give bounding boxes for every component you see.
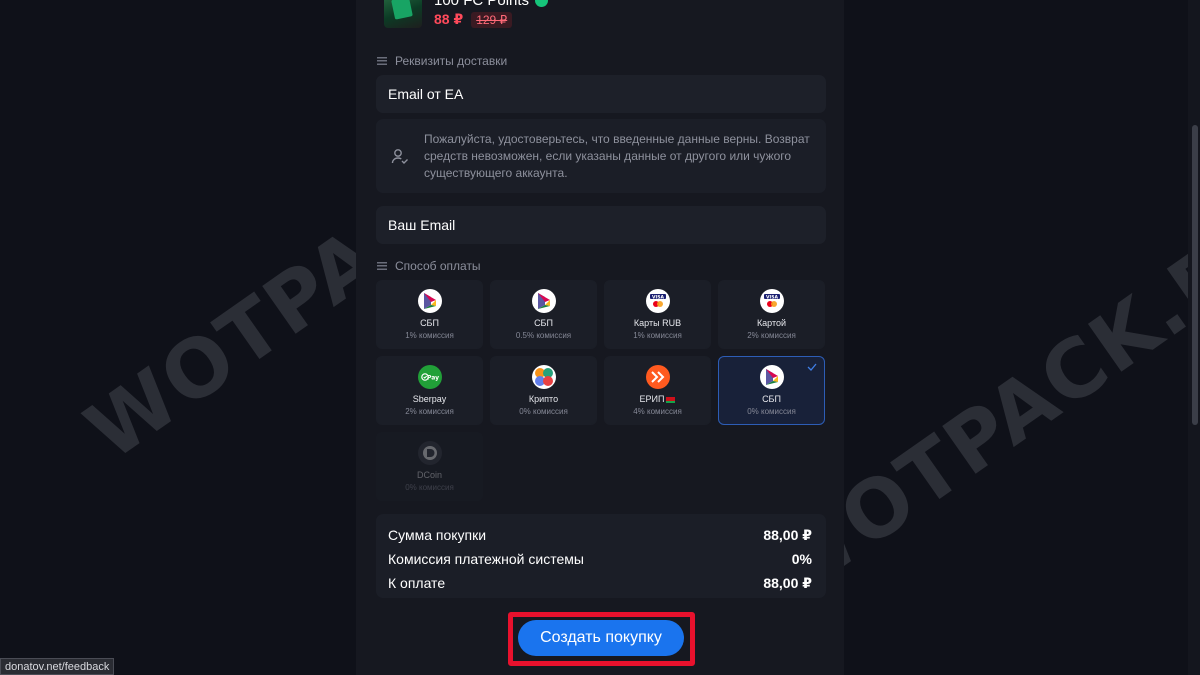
notice-box: Пожалуйста, удостоверьтесь, что введенны… <box>376 119 826 193</box>
payment-method-sbp-1[interactable]: СБП 1% комиссия <box>376 280 483 349</box>
summary-row-total: К оплате 88,00 ₽ <box>388 571 812 595</box>
sberpay-icon: Pay <box>417 365 442 389</box>
payment-method-cards-rub[interactable]: VISA Карты RUB 1% комиссия <box>604 280 711 349</box>
email-input[interactable]: Ваш Email <box>376 206 826 244</box>
price-old: 129 ₽ <box>471 11 513 28</box>
create-purchase-button[interactable]: Создать покупку <box>518 620 684 656</box>
user-check-icon <box>376 147 424 165</box>
method-fee: 0% комиссия <box>519 407 568 416</box>
method-fee: 1% комиссия <box>633 331 682 340</box>
method-name: Карты RUB <box>633 318 682 328</box>
list-icon <box>377 262 387 270</box>
price-current: 88 ₽ <box>434 11 464 27</box>
method-fee: 4% комиссия <box>633 407 682 416</box>
sbp-icon <box>531 289 556 313</box>
belarus-flag-icon <box>666 396 676 403</box>
method-name: СБП <box>534 318 553 328</box>
ea-email-label: Email от EA <box>388 86 464 102</box>
sbp-icon <box>759 365 784 389</box>
visa-mastercard-icon: VISA <box>645 289 670 313</box>
visa-mastercard-icon: VISA <box>759 289 784 313</box>
summary-label: К оплате <box>388 575 446 591</box>
payment-method-card[interactable]: VISA Картой 2% комиссия <box>718 280 825 349</box>
method-name: СБП <box>420 318 439 328</box>
summary-label: Сумма покупки <box>388 527 487 543</box>
method-fee: 0% комиссия <box>747 407 796 416</box>
svg-text:VISA: VISA <box>766 294 778 300</box>
payment-method-sbp-selected[interactable]: СБП 0% комиссия <box>718 356 825 425</box>
method-name: Крипто <box>528 394 559 404</box>
payment-title-text: Способ оплаты <box>395 259 481 273</box>
svg-text:Pay: Pay <box>426 375 438 382</box>
delivery-title-text: Реквизиты доставки <box>395 54 508 68</box>
dcoin-icon <box>417 441 442 465</box>
product-name: 100 FC Points <box>434 0 530 9</box>
method-name: ЕРИП <box>640 394 676 404</box>
order-summary: Сумма покупки 88,00 ₽ Комиссия платежной… <box>376 514 826 598</box>
summary-value: 0% <box>791 551 812 567</box>
product-image <box>384 0 422 28</box>
summary-value: 88,00 ₽ <box>763 526 812 543</box>
summary-row-subtotal: Сумма покупки 88,00 ₽ <box>388 523 812 547</box>
method-name: Sberpay <box>412 394 447 404</box>
list-icon <box>377 57 387 65</box>
product-header: 100 FC Points 88 ₽ 129 ₽ <box>384 0 549 28</box>
payment-method-crypto[interactable]: Крипто 0% комиссия <box>490 356 597 425</box>
method-name: Картой <box>756 318 787 328</box>
method-name: DCoin <box>416 470 442 480</box>
notice-text: Пожалуйста, удостоверьтесь, что введенны… <box>424 131 810 180</box>
payment-section-title: Способ оплаты <box>377 259 481 273</box>
crypto-icon <box>531 365 556 389</box>
method-name: СБП <box>762 394 781 404</box>
payment-method-dcoin[interactable]: DCoin 0% комиссия <box>376 432 483 501</box>
svg-text:VISA: VISA <box>652 294 664 300</box>
scrollbar-thumb[interactable] <box>1192 125 1198 425</box>
method-name-text: ЕРИП <box>639 394 665 404</box>
email-label: Ваш Email <box>388 217 456 233</box>
method-fee: 0.5% комиссия <box>515 331 572 340</box>
payment-method-sberpay[interactable]: Pay Sberpay 2% комиссия <box>376 356 483 425</box>
summary-label: Комиссия платежной системы <box>388 551 584 567</box>
delivery-section-title: Реквизиты доставки <box>377 54 507 68</box>
method-fee: 2% комиссия <box>405 407 454 416</box>
payment-method-erip[interactable]: ЕРИП 4% комиссия <box>604 356 711 425</box>
summary-value: 88,00 ₽ <box>763 574 812 591</box>
method-fee: 1% комиссия <box>405 331 454 340</box>
status-bar-url: donatov.net/feedback <box>0 658 115 675</box>
sbp-icon <box>417 289 442 313</box>
method-fee: 0% комиссия <box>405 483 454 492</box>
check-icon <box>807 363 817 371</box>
method-fee: 2% комиссия <box>747 331 796 340</box>
payment-method-sbp-2[interactable]: СБП 0.5% комиссия <box>490 280 597 349</box>
summary-row-fee: Комиссия платежной системы 0% <box>388 547 812 571</box>
erip-icon <box>645 365 670 389</box>
ea-email-field[interactable]: Email от EA <box>376 75 826 113</box>
verified-icon <box>535 0 549 7</box>
payment-methods-grid: СБП 1% комиссия СБП 0.5% комиссия VISA К… <box>376 280 826 501</box>
